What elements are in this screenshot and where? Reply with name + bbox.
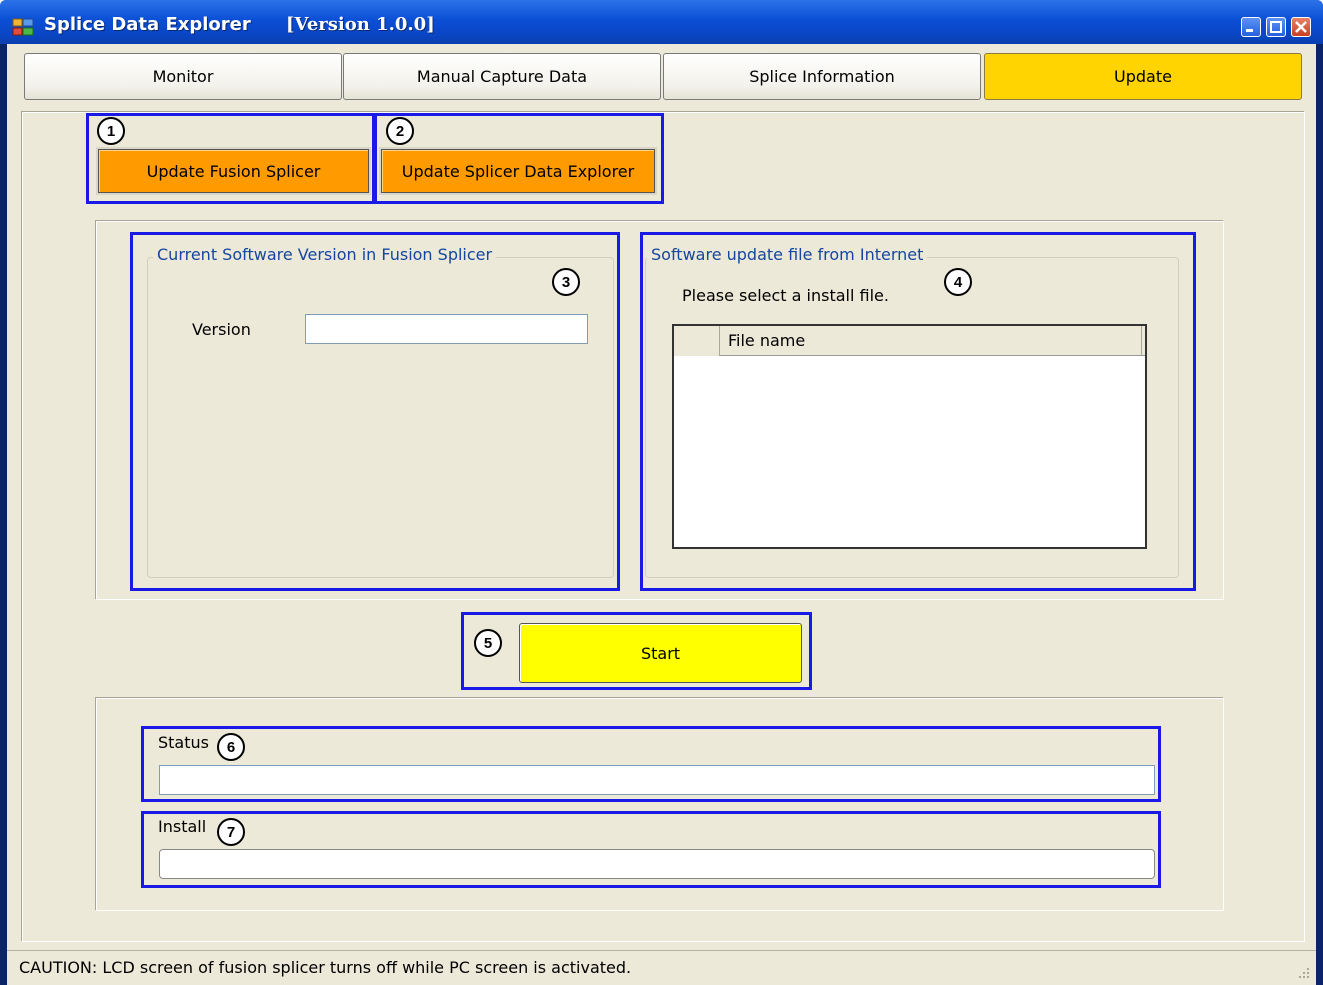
callout-box-5 [461,612,812,690]
tab-splice-information[interactable]: Splice Information [663,53,981,100]
tab-update[interactable]: Update [984,53,1302,100]
callout-number-7: 7 [217,818,245,846]
window-version: [Version 1.0.0] [286,14,435,35]
minimize-button[interactable] [1241,17,1261,37]
resize-grip-icon[interactable] [1295,964,1311,980]
callout-number-2: 2 [386,117,414,145]
close-button[interactable] [1291,17,1311,37]
callout-number-6: 6 [217,733,245,761]
install-label: Install [158,817,207,836]
tab-monitor[interactable]: Monitor [24,53,342,100]
callout-number-3: 3 [552,268,580,296]
update-fusion-splicer-button[interactable]: Update Fusion Splicer [98,149,369,193]
tab-manual-capture-data[interactable]: Manual Capture Data [343,53,661,100]
callout-box-3 [130,232,620,591]
maximize-button[interactable] [1266,17,1286,37]
close-icon [1295,21,1307,33]
callout-number-5: 5 [474,629,502,657]
install-progress-bar [159,849,1155,879]
callout-box-4 [640,232,1196,591]
callout-number-1: 1 [97,117,125,145]
minimize-icon [1246,29,1253,32]
window-title: Splice Data Explorer [44,14,251,35]
update-data-explorer-button[interactable]: Update Splicer Data Explorer [381,149,655,193]
caution-message: CAUTION: LCD screen of fusion splicer tu… [19,958,632,977]
maximize-icon [1270,21,1282,33]
callout-number-4: 4 [944,268,972,296]
status-label: Status [158,733,209,752]
status-field [159,765,1155,795]
app-icon [12,18,34,36]
